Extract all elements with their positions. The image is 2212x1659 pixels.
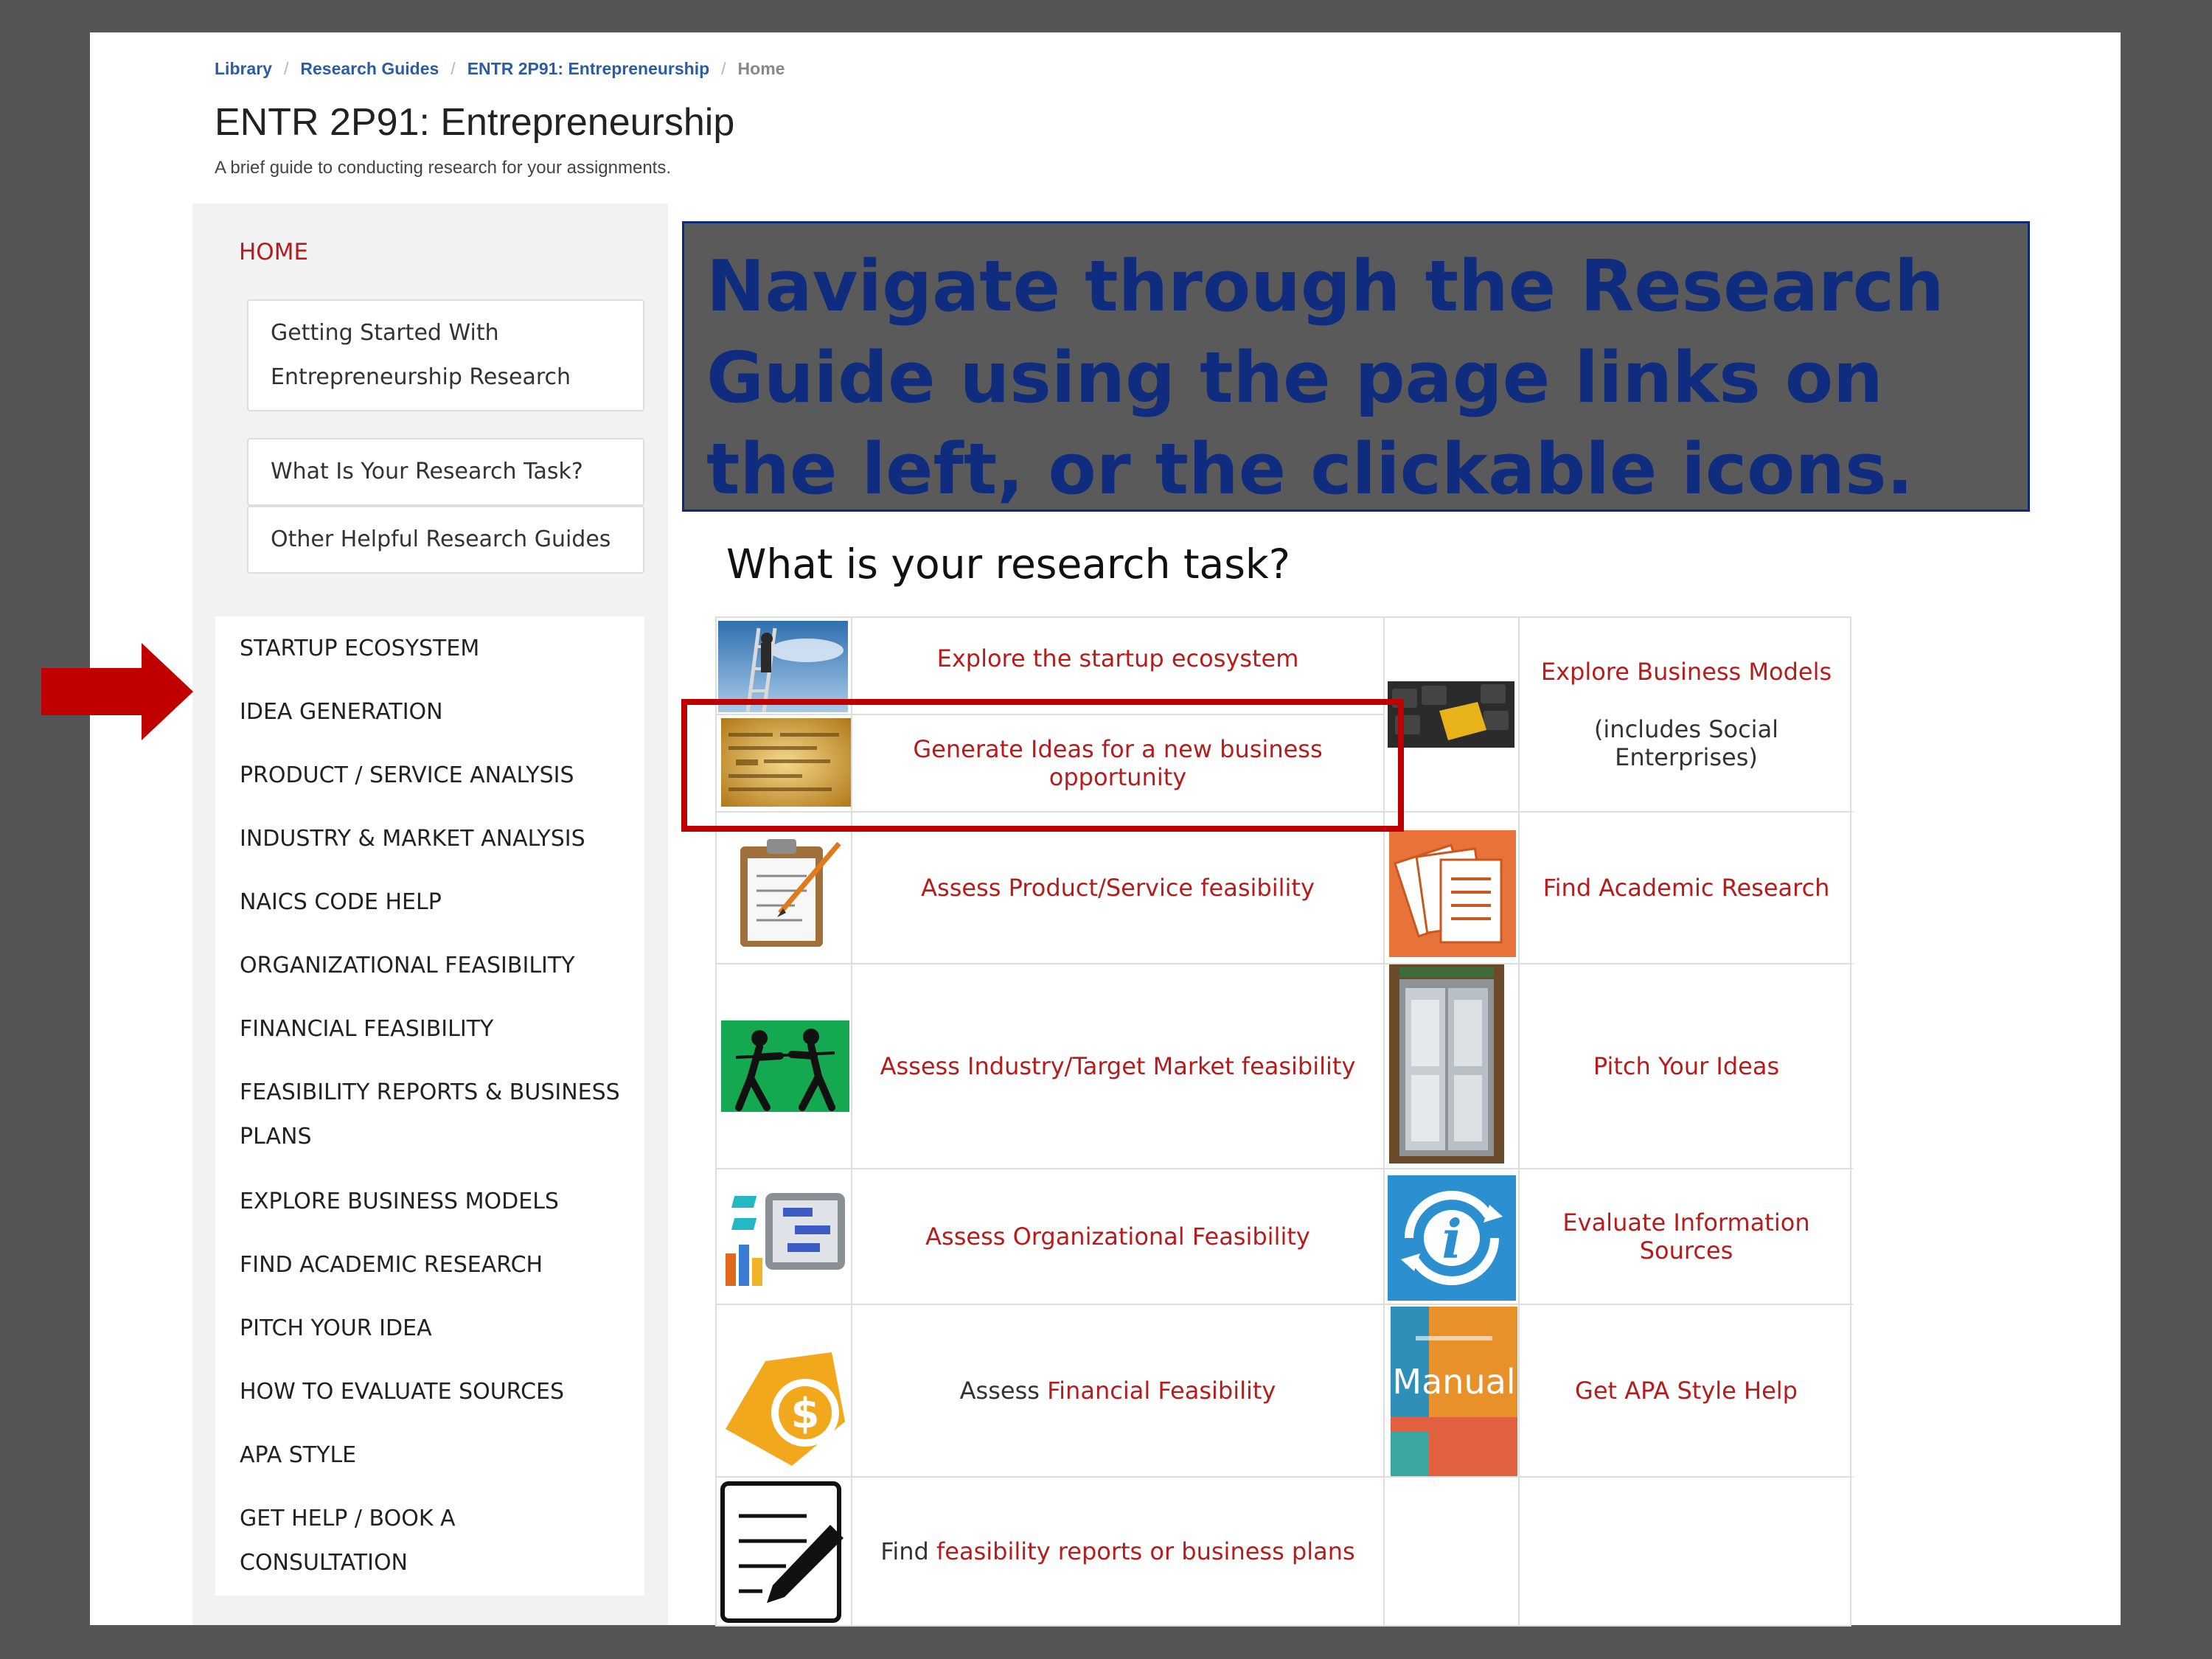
sidebar-item-explore-business-models[interactable]: EXPLORE BUSINESS MODELS bbox=[215, 1169, 644, 1234]
breadcrumb-research-guides[interactable]: Research Guides bbox=[300, 59, 439, 79]
task-prefix: Find bbox=[880, 1537, 937, 1565]
link-explore-startup-ecosystem[interactable]: Explore the startup ecosystem bbox=[937, 644, 1299, 672]
documents-icon[interactable] bbox=[1389, 830, 1516, 957]
link-financial-feasibility[interactable]: Financial Feasibility bbox=[1047, 1377, 1276, 1405]
sidebar-item-apa-style[interactable]: APA STYLE bbox=[215, 1423, 644, 1488]
research-task-heading: What is your research task? bbox=[726, 540, 1290, 588]
link-pitch-your-ideas[interactable]: Pitch Your Ideas bbox=[1593, 1052, 1779, 1080]
task-cell: Explore Business Models (includes Social… bbox=[1520, 618, 1853, 811]
page-description: A brief guide to conducting research for… bbox=[215, 158, 672, 178]
sidebar-item-home[interactable]: HOME bbox=[239, 239, 308, 265]
sidebar-subitem-other-guides[interactable]: Other Helpful Research Guides bbox=[247, 506, 644, 574]
sidebar-item-startup-ecosystem[interactable]: STARTUP ECOSYSTEM bbox=[215, 616, 644, 681]
tug-of-war-icon[interactable] bbox=[721, 1020, 849, 1112]
breadcrumb-guide[interactable]: ENTR 2P91: Entrepreneurship bbox=[467, 59, 709, 79]
sidebar-item-financial-feasibility[interactable]: FINANCIAL FEASIBILITY bbox=[215, 997, 644, 1062]
clipboard-icon[interactable] bbox=[721, 832, 848, 950]
link-assess-industry-market[interactable]: Assess Industry/Target Market feasibilit… bbox=[880, 1052, 1356, 1080]
red-arrow-icon bbox=[41, 643, 193, 740]
elevator-icon[interactable] bbox=[1389, 964, 1504, 1164]
info-cycle-icon[interactable]: i bbox=[1388, 1175, 1516, 1301]
breadcrumb-separator: / bbox=[283, 59, 289, 78]
sidebar-item-feasibility-reports[interactable]: FEASIBILITY REPORTS & BUSINESS PLANS bbox=[215, 1060, 644, 1169]
sidebar-subitem-getting-started[interactable]: Getting Started With Entrepreneurship Re… bbox=[247, 299, 644, 411]
link-assess-product-service[interactable]: Assess Product/Service feasibility bbox=[921, 874, 1315, 902]
breadcrumb: Library / Research Guides / ENTR 2P91: E… bbox=[215, 59, 785, 79]
task-note: (includes Social Enterprises) bbox=[1593, 715, 1779, 771]
task-cell: Pitch Your Ideas bbox=[1520, 964, 1853, 1168]
task-prefix: Assess bbox=[959, 1377, 1048, 1405]
task-cell: Explore the startup ecosystem bbox=[852, 618, 1383, 699]
breadcrumb-library[interactable]: Library bbox=[215, 59, 272, 79]
sidebar-item-find-academic-research[interactable]: FIND ACADEMIC RESEARCH bbox=[215, 1233, 644, 1298]
navigation-banner: Navigate through the Research Guide usin… bbox=[682, 221, 2030, 512]
link-get-apa-style-help[interactable]: Get APA Style Help bbox=[1575, 1377, 1798, 1405]
sidebar-item-get-help[interactable]: GET HELP / BOOK A CONSULTATION bbox=[215, 1486, 644, 1596]
sidebar-item-industry-market-analysis[interactable]: INDUSTRY & MARKET ANALYSIS bbox=[215, 807, 644, 872]
link-feasibility-reports[interactable]: feasibility reports or business plans bbox=[936, 1537, 1355, 1565]
task-cell: Evaluate Information Sources bbox=[1520, 1169, 1853, 1304]
manual-label: Manual bbox=[1392, 1362, 1515, 1402]
task-cell: Find feasibility reports or business pla… bbox=[852, 1478, 1383, 1625]
svg-text:i: i bbox=[1441, 1208, 1461, 1270]
apa-manual-icon[interactable]: Manual bbox=[1391, 1307, 1517, 1476]
sidebar-item-product-service-analysis[interactable]: PRODUCT / SERVICE ANALYSIS bbox=[215, 743, 644, 808]
sidebar-item-pitch-your-idea[interactable]: PITCH YOUR IDEA bbox=[215, 1296, 644, 1361]
org-chart-icon[interactable] bbox=[721, 1186, 849, 1289]
sidebar-item-organizational-feasibility[interactable]: ORGANIZATIONAL FEASIBILITY bbox=[215, 933, 644, 998]
task-cell: Get APA Style Help bbox=[1520, 1305, 1853, 1476]
page-title: ENTR 2P91: Entrepreneurship bbox=[215, 101, 735, 144]
edit-document-icon[interactable] bbox=[720, 1481, 846, 1625]
task-cell: Find Academic Research bbox=[1520, 813, 1853, 963]
svg-text:$: $ bbox=[791, 1390, 820, 1438]
task-cell: Assess Product/Service feasibility bbox=[852, 813, 1383, 963]
breadcrumb-separator: / bbox=[451, 59, 456, 78]
sidebar-item-evaluate-sources[interactable]: HOW TO EVALUATE SOURCES bbox=[215, 1360, 644, 1425]
link-evaluate-information-sources[interactable]: Evaluate Information Sources bbox=[1520, 1208, 1853, 1265]
sidebar-item-naics-code-help[interactable]: NAICS CODE HELP bbox=[215, 870, 644, 935]
task-cell: Assess Industry/Target Market feasibilit… bbox=[852, 964, 1383, 1168]
link-explore-business-models[interactable]: Explore Business Models bbox=[1541, 658, 1832, 686]
sidebar-item-idea-generation[interactable]: IDEA GENERATION bbox=[215, 680, 644, 745]
guide-sidebar: HOME Getting Started With Entrepreneursh… bbox=[192, 204, 668, 1625]
sidebar-subitem-research-task[interactable]: What Is Your Research Task? bbox=[247, 438, 644, 506]
breadcrumb-separator: / bbox=[721, 59, 726, 78]
breadcrumb-current: Home bbox=[737, 59, 785, 78]
keyboard-key-icon[interactable] bbox=[1388, 681, 1514, 748]
task-cell: Assess Financial Feasibility bbox=[852, 1305, 1383, 1476]
dollar-coin-icon[interactable]: $ bbox=[721, 1348, 849, 1470]
link-find-academic-research[interactable]: Find Academic Research bbox=[1543, 874, 1830, 902]
highlight-annotation bbox=[681, 699, 1404, 832]
task-cell: Assess Organizational Feasibility bbox=[852, 1169, 1383, 1304]
link-assess-organizational-feasibility[interactable]: Assess Organizational Feasibility bbox=[925, 1222, 1310, 1251]
